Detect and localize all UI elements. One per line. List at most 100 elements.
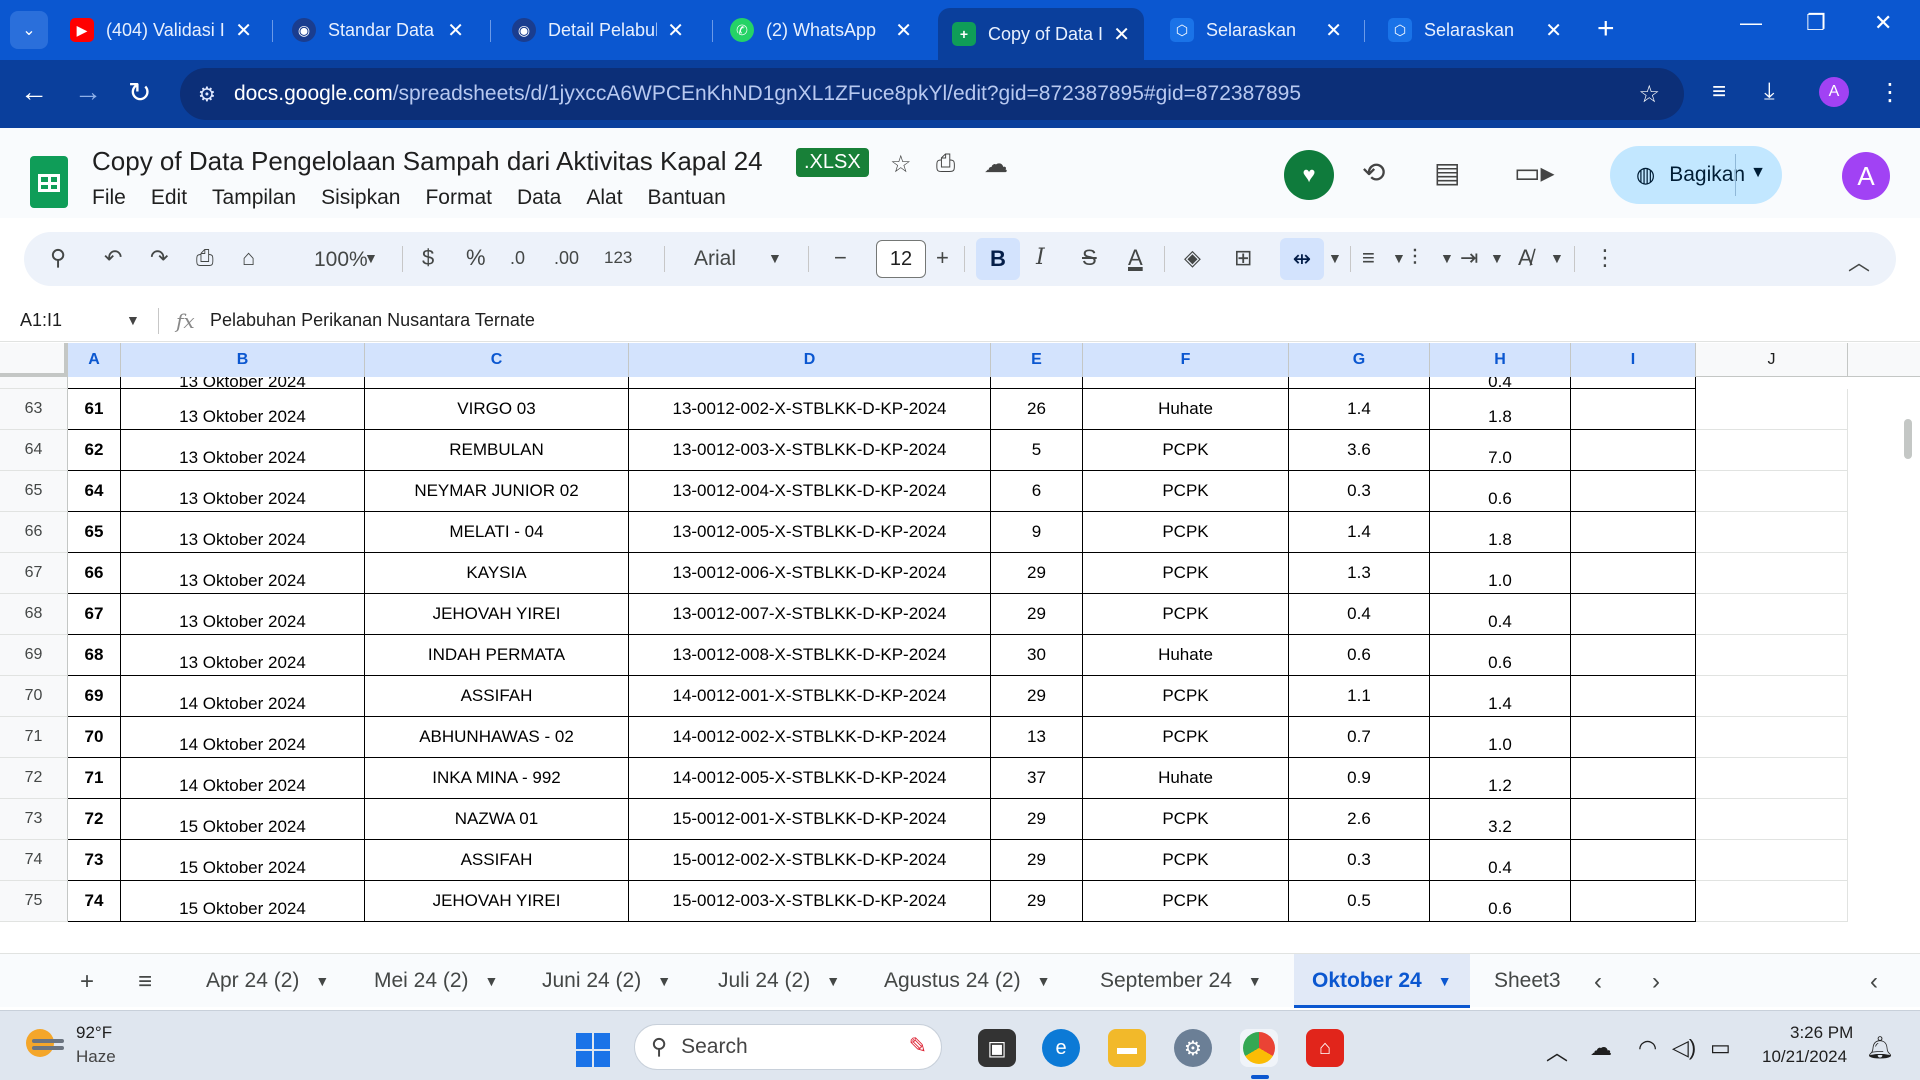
forward-arrow-icon[interactable]: → — [74, 76, 102, 108]
browser-tab-detail-pelabuhan[interactable]: ◉ Detail Pelabuh ✕ — [498, 8, 698, 52]
chrome-browser-icon[interactable] — [1240, 1029, 1278, 1067]
cell-g[interactable]: 0.3 — [1289, 840, 1430, 881]
cell-h[interactable]: 0.4 — [1430, 594, 1571, 635]
office-app-icon[interactable]: ⌂ — [1306, 1029, 1344, 1067]
cell-e[interactable]: 29 — [991, 676, 1083, 717]
cell-f[interactable]: PCPK — [1083, 840, 1289, 881]
cell-f[interactable]: PCPK — [1083, 676, 1289, 717]
chevron-down-icon[interactable]: ▼ — [1550, 250, 1564, 266]
cell-b[interactable]: 13 Oktober 2024 — [121, 553, 365, 594]
row-header[interactable]: 66 — [0, 512, 68, 553]
row-header[interactable]: 74 — [0, 840, 68, 881]
menu-help[interactable]: Bantuan — [648, 186, 726, 210]
cell-a[interactable]: 71 — [68, 758, 121, 799]
cell-a[interactable]: 64 — [68, 471, 121, 512]
cell-d[interactable]: 14-0012-002-X-STBLKK-D-KP-2024 — [629, 717, 991, 758]
undo-icon[interactable]: ↶ — [104, 245, 122, 271]
all-sheets-menu-icon[interactable]: ≡ — [138, 968, 152, 996]
chevron-down-icon[interactable]: ▼ — [1438, 973, 1452, 989]
cell-d[interactable]: 13-0012-002-X-STBLKK-D-KP-2024 — [629, 389, 991, 430]
cell-e[interactable]: 29 — [991, 594, 1083, 635]
browser-tab-selaraskan-2[interactable]: ⬡ Selaraskan ✕ — [1374, 8, 1576, 52]
menu-edit[interactable]: Edit — [151, 186, 187, 210]
bold-button[interactable]: B — [976, 238, 1020, 280]
chevron-down-icon[interactable]: ▼ — [826, 973, 840, 989]
more-options-icon[interactable]: ⋮ — [1594, 245, 1616, 271]
browser-profile-avatar[interactable]: A — [1819, 77, 1849, 107]
cell-e[interactable]: 5 — [991, 430, 1083, 471]
sheet-tab[interactable]: Sheet3 — [1476, 954, 1579, 1008]
browser-tab-whatsapp[interactable]: ✆ (2) WhatsApp ✕ — [716, 8, 926, 52]
reload-icon[interactable]: ↻ — [128, 76, 151, 109]
cell-c[interactable]: INKA MINA - 992 — [365, 758, 629, 799]
browser-tab-standar-data[interactable]: ◉ Standar Data F ✕ — [278, 8, 478, 52]
cell-c[interactable]: INDAH PERMATA — [365, 635, 629, 676]
taskbar-search-box[interactable]: ⚲ Search ✎ — [634, 1024, 942, 1070]
font-size-increase-icon[interactable]: + — [936, 245, 949, 271]
chevron-down-icon[interactable]: ▼ — [315, 973, 329, 989]
cloud-sync-icon[interactable]: ☁ — [1590, 1035, 1612, 1061]
cell-h[interactable]: 1.4 — [1430, 676, 1571, 717]
site-info-icon[interactable]: ⚙ — [198, 82, 216, 107]
cell-j[interactable] — [1696, 758, 1848, 799]
cell-d[interactable]: 15-0012-001-X-STBLKK-D-KP-2024 — [629, 799, 991, 840]
spreadsheet-grid[interactable]: A B C D E F G H I J 13 Oktober 2024 0.4 63… — [0, 343, 1920, 935]
close-icon[interactable]: ✕ — [447, 18, 464, 43]
cell-b[interactable]: 13 Oktober 2024 — [121, 635, 365, 676]
settings-app-icon[interactable]: ⚙ — [1174, 1029, 1212, 1067]
menu-format[interactable]: Format — [425, 186, 492, 210]
cell-j[interactable] — [1696, 676, 1848, 717]
reading-list-icon[interactable]: ≡ — [1712, 78, 1726, 106]
cell-c[interactable]: VIRGO 03 — [365, 389, 629, 430]
cell-f[interactable]: PCPK — [1083, 430, 1289, 471]
task-view-icon[interactable]: ▣ — [978, 1029, 1016, 1067]
cell-b[interactable]: 14 Oktober 2024 — [121, 717, 365, 758]
search-menus-icon[interactable]: ⚲ — [50, 245, 66, 271]
cell-j[interactable] — [1696, 430, 1848, 471]
strikethrough-button[interactable]: S — [1082, 245, 1097, 271]
cell-f[interactable]: Huhate — [1083, 758, 1289, 799]
font-size-input[interactable]: 12 — [876, 240, 926, 278]
back-arrow-icon[interactable]: ← — [20, 76, 48, 108]
browser-menu-icon[interactable]: ⋮ — [1878, 78, 1902, 107]
user-avatar[interactable]: A — [1842, 152, 1890, 200]
cell-j[interactable] — [1696, 553, 1848, 594]
clock-time[interactable]: 3:26 PM — [1790, 1023, 1853, 1043]
cell-f[interactable]: PCPK — [1083, 471, 1289, 512]
version-history-icon[interactable]: ⟲ — [1362, 156, 1385, 189]
column-header-g[interactable]: G — [1289, 343, 1430, 377]
cell-b[interactable]: 13 Oktober 2024 — [121, 512, 365, 553]
close-icon[interactable]: ✕ — [1325, 18, 1342, 43]
column-header-h[interactable]: H — [1430, 343, 1571, 377]
row-header[interactable]: 68 — [0, 594, 68, 635]
column-header-j[interactable]: J — [1696, 343, 1848, 377]
cell-j[interactable] — [1696, 594, 1848, 635]
cell-i[interactable] — [1571, 377, 1696, 389]
cell-h[interactable]: 3.2 — [1430, 799, 1571, 840]
chevron-down-icon[interactable]: ▼ — [1037, 973, 1051, 989]
scroll-tabs-right-icon[interactable]: › — [1652, 968, 1660, 996]
cell-h[interactable]: 0.4 — [1430, 377, 1571, 389]
chevron-down-icon[interactable]: ▼ — [1490, 250, 1504, 266]
cell-e[interactable]: 29 — [991, 881, 1083, 922]
cell-g[interactable]: 2.6 — [1289, 799, 1430, 840]
increase-decimal-button[interactable]: .00 — [554, 248, 579, 269]
cell-h[interactable]: 1.2 — [1430, 758, 1571, 799]
clock-date[interactable]: 10/21/2024 — [1762, 1047, 1847, 1067]
borders-icon[interactable]: ⊞ — [1234, 245, 1252, 271]
chevron-down-icon[interactable]: ▼ — [657, 973, 671, 989]
menu-tools[interactable]: Alat — [586, 186, 622, 210]
sheets-logo-icon[interactable] — [30, 156, 68, 208]
cell-f[interactable] — [1083, 377, 1289, 389]
cell-i[interactable] — [1571, 717, 1696, 758]
cell-a[interactable]: 73 — [68, 840, 121, 881]
italic-button[interactable]: I — [1036, 245, 1045, 270]
column-header-e[interactable]: E — [991, 343, 1083, 377]
column-header-d[interactable]: D — [629, 343, 991, 377]
cell-g[interactable]: 1.1 — [1289, 676, 1430, 717]
cell-j[interactable] — [1696, 799, 1848, 840]
cell-e[interactable]: 37 — [991, 758, 1083, 799]
browser-tab-selaraskan-1[interactable]: ⬡ Selaraskan ✕ — [1156, 8, 1356, 52]
redo-icon[interactable]: ↷ — [150, 245, 168, 271]
menu-view[interactable]: Tampilan — [212, 186, 296, 210]
